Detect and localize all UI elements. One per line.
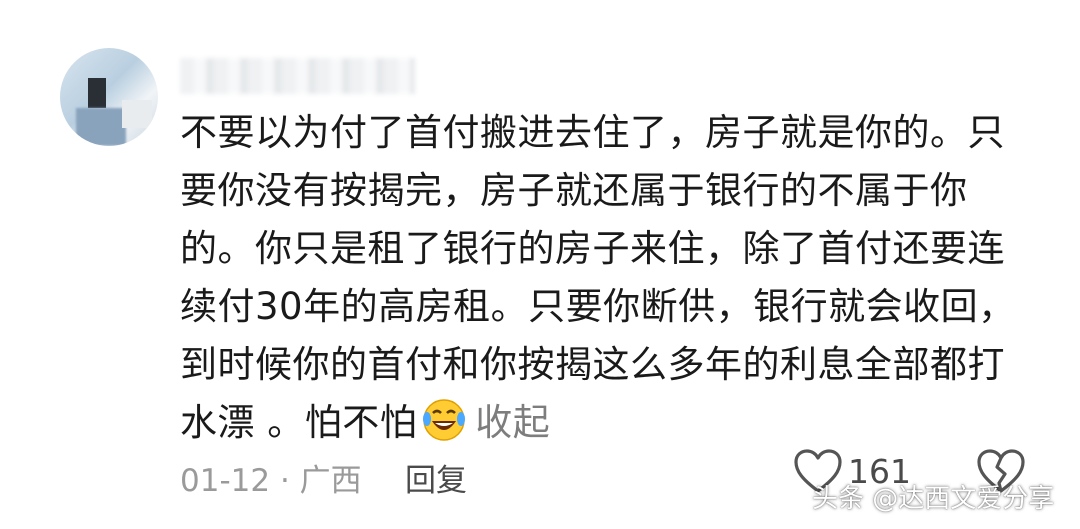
avatar-blur-block	[122, 100, 152, 128]
comment-text: 不要以为付了首付搬进去住了，房子就是你的。只 要你没有按揭完，房子就还属于银行的…	[180, 104, 1020, 452]
avatar-blur-block	[76, 108, 126, 146]
meta-separator: ·	[279, 463, 290, 499]
user-avatar[interactable]	[60, 48, 158, 146]
comment-meta: 01-12 · 广西	[180, 455, 362, 500]
comment-location: 广西	[299, 463, 362, 499]
comment-line: 水漂 。怕不怕	[180, 401, 418, 444]
comment-last-line: 水漂 。怕不怕 收起	[180, 394, 1020, 452]
comment-line: 到时候你的首付和你按揭这么多年的利息全部都打	[180, 343, 1005, 386]
watermark: 头条 @达西文爱分享	[812, 484, 1055, 514]
avatar-blur-block	[88, 78, 106, 108]
comment-line: 的。你只是租了银行的房子来住，除了首付还要连	[180, 227, 1005, 270]
comment-line: 要你没有按揭完，房子就还属于银行的不属于你	[180, 169, 968, 212]
reply-button[interactable]: 回复	[405, 455, 467, 500]
comment-line: 不要以为付了首付搬进去住了，房子就是你的。只	[180, 111, 1005, 154]
username-blurred[interactable]	[180, 58, 415, 94]
comment-date: 01-12	[180, 463, 271, 499]
comment-line: 续付30年的高房租。只要你断供，银行就会收回，	[180, 285, 1016, 328]
collapse-button[interactable]: 收起	[475, 401, 550, 444]
laughing-crying-emoji-icon	[423, 399, 466, 441]
